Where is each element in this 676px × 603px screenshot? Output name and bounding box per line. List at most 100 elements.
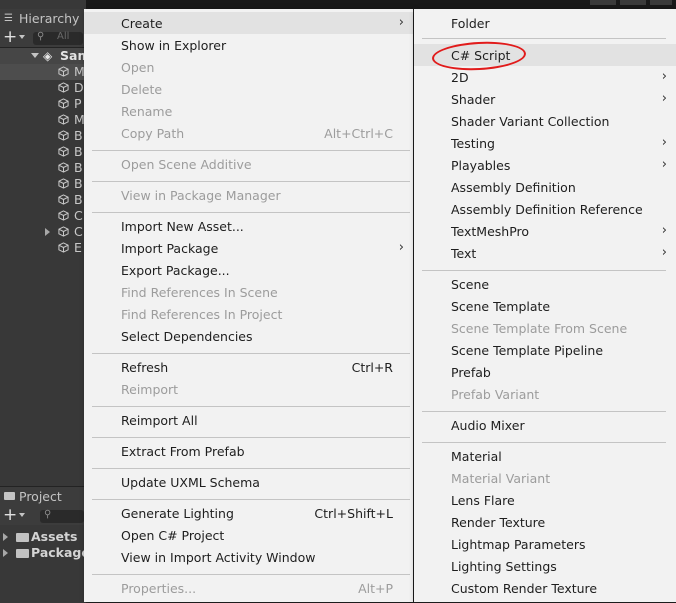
menu-item-label: Export Package... (121, 263, 230, 278)
chevron-down-icon[interactable] (19, 35, 25, 39)
project-search-input[interactable]: ⚲ (40, 509, 84, 523)
menu-item-label: Playables (451, 158, 511, 173)
hierarchy-item[interactable]: B (0, 176, 86, 192)
create-item-lens-flare[interactable]: Lens Flare (414, 489, 676, 511)
create-item-material[interactable]: Material (414, 445, 676, 467)
menu-item-generate-lighting[interactable]: Generate Lighting Ctrl+Shift+L (84, 502, 413, 524)
menu-item-label: Open Scene Additive (121, 157, 252, 172)
create-submenu: Folder C# Script 2D › Shader › Shader Variant … (414, 9, 676, 602)
create-item-scene-template-pipeline[interactable]: Scene Template Pipeline (414, 339, 676, 361)
menu-item-label: Testing (451, 136, 495, 151)
menu-item-label: Update UXML Schema (121, 475, 260, 490)
chevron-right-icon: › (661, 223, 667, 238)
menu-item-open-scene-additive: Open Scene Additive (84, 153, 413, 175)
menu-separator (92, 574, 410, 575)
menu-item-open-c-project[interactable]: Open C# Project (84, 524, 413, 546)
menu-item-label: Material (451, 449, 502, 464)
add-icon[interactable]: + (3, 505, 17, 525)
menu-item-show-in-explorer[interactable]: Show in Explorer (84, 34, 413, 56)
menu-item-label: Copy Path (121, 126, 185, 141)
create-item-lightmap-parameters[interactable]: Lightmap Parameters (414, 533, 676, 555)
menu-item-label: Scene Template From Scene (451, 321, 628, 336)
hierarchy-item-label: D (74, 80, 84, 95)
cube-icon (58, 98, 69, 109)
create-item-shader[interactable]: Shader › (414, 88, 676, 110)
menu-item-label: Open C# Project (121, 528, 225, 543)
menu-item-properties: Properties... Alt+P (84, 577, 413, 599)
menu-item-select-dependencies[interactable]: Select Dependencies (84, 325, 413, 347)
menu-item-import-package[interactable]: Import Package › (84, 237, 413, 259)
project-folder-row[interactable]: Assets (0, 529, 86, 545)
create-item-folder[interactable]: Folder (414, 12, 676, 34)
scene-row[interactable]: ◈ Sam (0, 48, 90, 64)
menu-item-label: Scene Template (451, 299, 551, 314)
create-item-playables[interactable]: Playables › (414, 154, 676, 176)
create-item-testing[interactable]: Testing › (414, 132, 676, 154)
hierarchy-toolbar: + ⚲ All (0, 27, 86, 48)
hierarchy-panel: ☰ Hierarchy + ⚲ All ◈ Sam MDPMBBBBBCCE (0, 0, 90, 486)
toolbar-button[interactable] (650, 0, 672, 5)
menu-item-extract-from-prefab[interactable]: Extract From Prefab (84, 440, 413, 462)
hierarchy-item[interactable]: B (0, 160, 86, 176)
hierarchy-item[interactable]: D (0, 80, 86, 96)
create-item-2d[interactable]: 2D › (414, 66, 676, 88)
menu-separator (422, 270, 666, 271)
hierarchy-item[interactable]: B (0, 144, 86, 160)
menu-item-refresh[interactable]: Refresh Ctrl+R (84, 356, 413, 378)
expand-arrow-icon[interactable] (3, 549, 8, 557)
menu-item-label: Prefab (451, 365, 491, 380)
menu-item-label: Folder (451, 16, 490, 31)
menu-item-view-in-import-activity-window[interactable]: View in Import Activity Window (84, 546, 413, 568)
search-icon: ⚲ (37, 31, 45, 42)
menu-item-create[interactable]: Create › (84, 12, 413, 34)
chevron-right-icon: › (661, 91, 667, 106)
create-item-text[interactable]: Text › (414, 242, 676, 264)
toolbar-button[interactable] (620, 0, 646, 5)
hierarchy-item[interactable]: B (0, 128, 86, 144)
menu-item-export-package[interactable]: Export Package... (84, 259, 413, 281)
expand-arrow-icon[interactable] (3, 533, 8, 541)
folder-icon (16, 549, 29, 558)
toolbar-button[interactable] (590, 0, 616, 5)
menu-item-reimport-all[interactable]: Reimport All (84, 409, 413, 431)
hierarchy-item[interactable]: M (0, 64, 86, 80)
menu-separator (92, 353, 410, 354)
menu-item-label: Refresh (121, 360, 169, 375)
expand-arrow-icon[interactable] (31, 53, 39, 58)
create-item-audio-mixer[interactable]: Audio Mixer (414, 414, 676, 436)
create-item-custom-render-texture[interactable]: Custom Render Texture (414, 577, 676, 599)
create-item-scene-template[interactable]: Scene Template (414, 295, 676, 317)
create-item-textmeshpro[interactable]: TextMeshPro › (414, 220, 676, 242)
hierarchy-item[interactable]: E (0, 240, 86, 256)
chevron-right-icon: › (661, 245, 667, 260)
menu-item-import-new-asset[interactable]: Import New Asset... (84, 215, 413, 237)
hierarchy-item-label: B (74, 128, 83, 143)
expand-arrow-icon[interactable] (45, 228, 50, 236)
create-item-scene[interactable]: Scene (414, 273, 676, 295)
cube-icon (58, 226, 69, 237)
project-folder-row[interactable]: Package (0, 545, 90, 561)
hierarchy-item[interactable]: C (0, 224, 86, 240)
create-item-shader-variant-collection[interactable]: Shader Variant Collection (414, 110, 676, 132)
menu-item-copy-path: Copy Path Alt+Ctrl+C (84, 122, 413, 144)
create-item-render-texture[interactable]: Render Texture (414, 511, 676, 533)
menu-item-label: Reimport All (121, 413, 198, 428)
create-item-assembly-definition[interactable]: Assembly Definition (414, 176, 676, 198)
create-item-lighting-settings[interactable]: Lighting Settings (414, 555, 676, 577)
menu-item-label: Delete (121, 82, 163, 97)
hierarchy-search-input[interactable]: ⚲ All (33, 31, 83, 45)
create-item-assembly-definition-reference[interactable]: Assembly Definition Reference (414, 198, 676, 220)
menu-separator (92, 212, 410, 213)
hierarchy-item[interactable]: M (0, 112, 86, 128)
list-icon: ☰ (4, 13, 13, 24)
create-item-prefab[interactable]: Prefab (414, 361, 676, 383)
chevron-down-icon[interactable] (19, 513, 25, 517)
cube-icon (58, 114, 69, 125)
hierarchy-item[interactable]: P (0, 96, 86, 112)
add-icon[interactable]: + (3, 27, 17, 47)
menu-item-update-uxml-schema[interactable]: Update UXML Schema (84, 471, 413, 493)
hierarchy-item[interactable]: B (0, 192, 86, 208)
menu-item-view-in-package-manager: View in Package Manager (84, 184, 413, 206)
hierarchy-item[interactable]: C (0, 208, 86, 224)
cube-icon (58, 194, 69, 205)
